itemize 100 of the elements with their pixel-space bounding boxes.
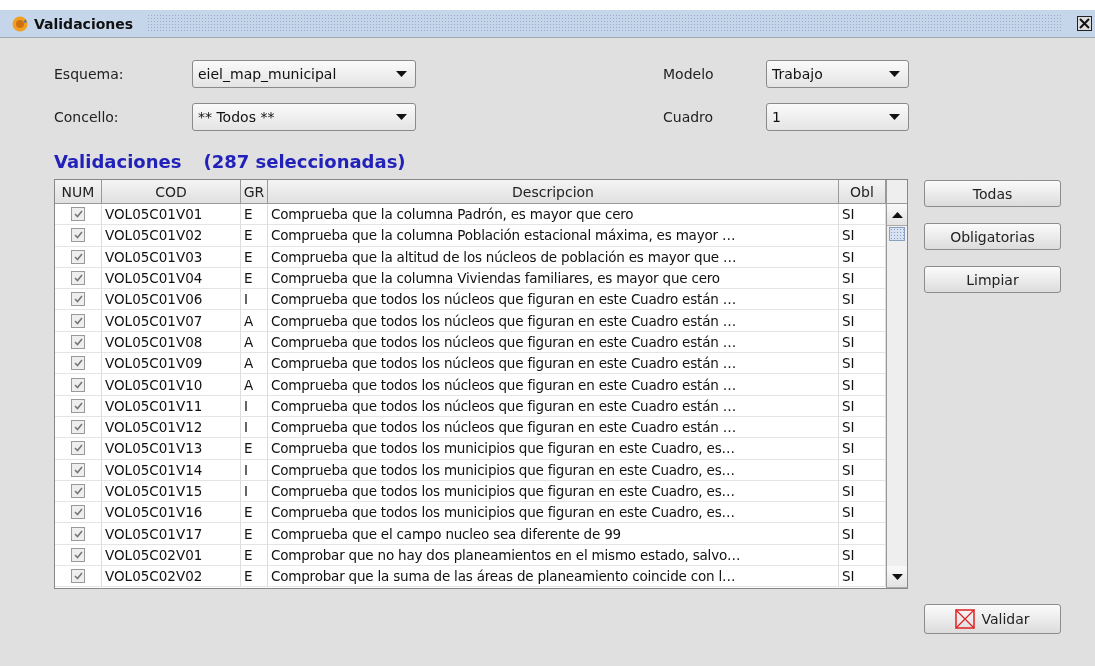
action-button[interactable]: Obligatorias — [924, 223, 1061, 250]
table-cell: VOL05C01V17 — [102, 523, 241, 545]
table-cell: E — [241, 438, 268, 460]
field-label: Esquema: — [54, 66, 125, 82]
table-cell: Comprueba que todos los municipios que figuran en este Cuadro, es… — [268, 459, 839, 481]
validate-button[interactable]: Validar — [924, 604, 1061, 634]
table-cell: A — [241, 353, 268, 375]
table-cell: VOL05C01V11 — [102, 395, 241, 417]
table-cell: Comprueba que todos los municipios que figuran en este Cuadro, es… — [268, 502, 839, 524]
action-button[interactable]: Todas — [924, 180, 1061, 207]
table-cell: Comprobar que no hay dos planeamientos en el mismo estado, salvo… — [268, 544, 839, 567]
app-logo-icon — [12, 15, 28, 32]
dropdown[interactable]: Trabajo — [766, 60, 909, 88]
table-cell: VOL05C02V02 — [102, 566, 241, 588]
checkbox[interactable] — [71, 334, 85, 349]
table-cell: E — [241, 502, 268, 524]
scroll-thumb[interactable] — [889, 227, 905, 241]
checkbox[interactable] — [71, 569, 85, 584]
checkbox[interactable] — [71, 547, 85, 562]
checkbox[interactable] — [71, 398, 85, 413]
checkbox[interactable] — [71, 313, 85, 328]
table-cell: I — [241, 480, 268, 503]
window-title: Validaciones — [34, 15, 134, 32]
table-cell: Comprobar que la suma de las áreas de planeamiento coincide con l… — [268, 566, 839, 588]
table-cell: Comprueba que todos los núcleos que figuran en este Cuadro están … — [268, 416, 839, 439]
field-label: Concello: — [54, 109, 120, 125]
selection-count: (287 seleccionadas) — [203, 151, 406, 172]
table-cell: Comprueba que todos los núcleos que figuran en este Cuadro están … — [268, 310, 839, 332]
table-cell: Comprueba que todos los municipios que figuran en este Cuadro, es… — [268, 480, 839, 503]
dropdown-caret-icon — [396, 114, 407, 120]
action-button[interactable]: Limpiar — [924, 266, 1061, 293]
table-cell: VOL05C01V14 — [102, 459, 241, 481]
table-cell: VOL05C02V01 — [102, 544, 241, 567]
table-cell: VOL05C01V10 — [102, 374, 241, 396]
table-cell: Comprueba que todos los núcleos que figuran en este Cuadro están … — [268, 395, 839, 417]
scroll-up-icon[interactable] — [891, 211, 903, 218]
table-cell: E — [241, 204, 268, 226]
column-header[interactable]: NUM — [55, 180, 102, 204]
dropdown[interactable]: ** Todos ** — [192, 103, 416, 131]
table-cell: I — [241, 459, 268, 481]
dropdown[interactable]: eiel_map_municipal — [192, 60, 416, 88]
table-cell: VOL05C01V12 — [102, 416, 241, 439]
table-cell: E — [241, 225, 268, 247]
scroll-down-icon[interactable] — [891, 573, 903, 580]
table-cell: A — [241, 331, 268, 354]
dropdown-caret-icon — [396, 71, 407, 77]
table-cell: VOL05C01V04 — [102, 267, 241, 290]
table-cell: VOL05C01V08 — [102, 331, 241, 354]
checkbox[interactable] — [71, 292, 85, 307]
table-cell: VOL05C01V15 — [102, 480, 241, 503]
table-cell: E — [241, 523, 268, 545]
column-header[interactable]: Descripcion — [268, 180, 839, 204]
table-cell: Comprueba que todos los municipios que figuran en este Cuadro, es… — [268, 438, 839, 460]
table-cell: Comprueba que la columna Población estacional máxima, es mayor … — [268, 225, 839, 247]
table-cell: I — [241, 395, 268, 417]
checkbox[interactable] — [71, 377, 85, 392]
table-cell: VOL05C01V07 — [102, 310, 241, 332]
table-cell: Comprueba que todos los núcleos que figuran en este Cuadro están … — [268, 289, 839, 311]
section-title: Validaciones — [54, 151, 182, 172]
checkbox[interactable] — [71, 505, 85, 520]
table-cell: Comprueba que la columna Padrón, es mayor que cero — [268, 204, 839, 226]
close-icon[interactable] — [1077, 16, 1092, 31]
checkbox[interactable] — [71, 271, 85, 286]
table-cell: VOL05C01V13 — [102, 438, 241, 460]
checkbox[interactable] — [71, 207, 85, 222]
checkbox[interactable] — [71, 228, 85, 243]
table-cell: Comprueba que todos los núcleos que figuran en este Cuadro están … — [268, 353, 839, 375]
dropdown-caret-icon — [889, 71, 900, 77]
table-cell: I — [241, 416, 268, 439]
checkbox[interactable] — [71, 462, 85, 477]
checkbox[interactable] — [71, 441, 85, 456]
table-cell: VOL05C01V06 — [102, 289, 241, 311]
table-cell: I — [241, 289, 268, 311]
table-cell: VOL05C01V16 — [102, 502, 241, 524]
table-cell: A — [241, 310, 268, 332]
column-header[interactable]: COD — [102, 180, 241, 204]
table-cell: VOL05C01V01 — [102, 204, 241, 226]
table-cell: E — [241, 544, 268, 567]
table-cell: VOL05C01V03 — [102, 246, 241, 268]
table-cell: Comprueba que todos los núcleos que figuran en este Cuadro están … — [268, 374, 839, 396]
scrollbar[interactable] — [886, 180, 907, 588]
checkbox[interactable] — [71, 420, 85, 435]
table-cell: Comprueba que todos los núcleos que figuran en este Cuadro están … — [268, 331, 839, 354]
table-cell: VOL05C01V09 — [102, 353, 241, 375]
checkbox[interactable] — [71, 484, 85, 498]
table-cell: E — [241, 566, 268, 588]
dropdown[interactable]: 1 — [766, 103, 909, 131]
checkbox[interactable] — [71, 526, 85, 541]
field-label: Modelo — [663, 66, 715, 82]
table-cell: E — [241, 246, 268, 268]
column-header[interactable]: Obl — [839, 180, 886, 204]
table-cell: A — [241, 374, 268, 396]
table-cell: VOL05C01V02 — [102, 225, 241, 247]
table-cell: Comprueba que la columna Viviendas familiares, es mayor que cero — [268, 267, 839, 290]
checkbox[interactable] — [71, 356, 85, 371]
checkbox[interactable] — [71, 249, 85, 264]
field-label: Cuadro — [663, 109, 715, 125]
table-cell: Comprueba que el campo nucleo sea diferente de 99 — [268, 523, 839, 545]
column-header[interactable]: GR — [241, 180, 268, 204]
table-cell: E — [241, 267, 268, 290]
